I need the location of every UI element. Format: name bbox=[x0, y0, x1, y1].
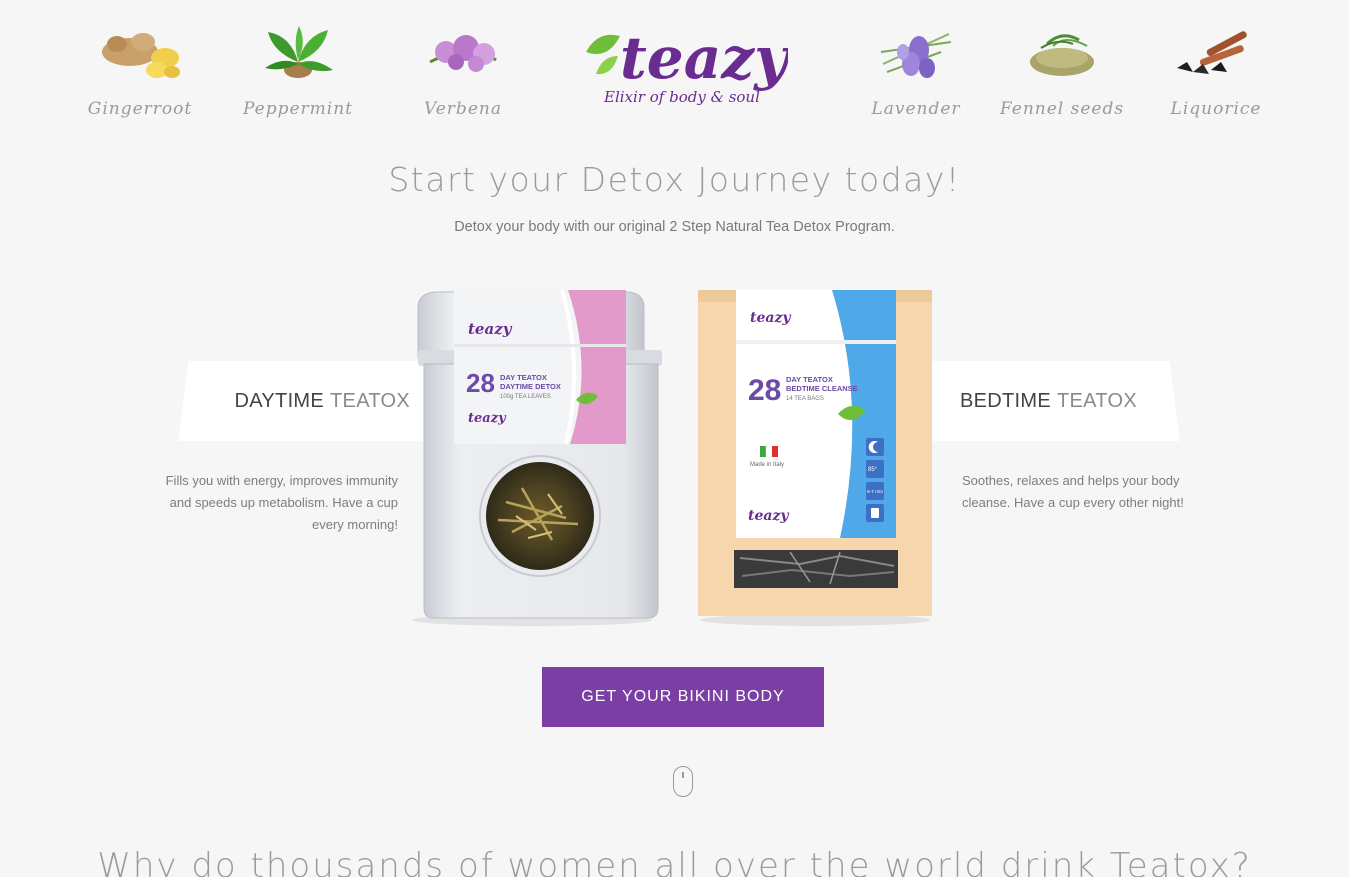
peppermint-icon bbox=[265, 26, 333, 78]
daytime-description: Fills you with energy, improves immunity… bbox=[165, 473, 398, 532]
daytime-detox-tin[interactable]: 28 DAY TEATOX DAYTIME DETOX 100g TEA LEA… bbox=[398, 288, 666, 628]
ingredient-label: Lavender bbox=[871, 99, 961, 119]
verbena-icon bbox=[429, 35, 497, 72]
bedtime-description: Soothes, relaxes and helps your body cle… bbox=[962, 473, 1184, 510]
ingredient-gingerroot[interactable]: Gingerroot bbox=[70, 22, 210, 119]
ingredient-liquorice[interactable]: Liquorice bbox=[1146, 22, 1286, 119]
box-pack-number: 28 bbox=[748, 374, 781, 407]
tin-logo-bottom: teazy bbox=[468, 411, 507, 426]
ingredient-peppermint[interactable]: Peppermint bbox=[228, 22, 368, 119]
bedtime-teatox-banner: BEDTIME TEATOX bbox=[918, 361, 1180, 441]
daytime-tin-image: 28 DAY TEATOX DAYTIME DETOX 100g TEA LEA… bbox=[412, 289, 662, 626]
ingredient-verbena[interactable]: Verbena bbox=[393, 22, 533, 119]
box-made-in: Made in Italy bbox=[750, 462, 784, 468]
box-pack-line2: BEDTIME CLEANSE bbox=[786, 384, 858, 393]
scroll-down-icon[interactable] bbox=[673, 766, 693, 797]
tin-logo-top: teazy bbox=[468, 320, 513, 338]
box-pack-line3: 14 TEA BAGS bbox=[786, 396, 824, 402]
logo-wordmark: teazy bbox=[620, 24, 788, 92]
ingredient-label: Fennel seeds bbox=[999, 99, 1125, 119]
box-logo-top: teazy bbox=[750, 310, 791, 326]
tin-pack-line2: DAYTIME DETOX bbox=[500, 382, 561, 391]
logo-tagline: Elixir of body & soul bbox=[603, 88, 760, 106]
teazy-logo[interactable]: teazy Elixir of body & soul bbox=[578, 16, 792, 116]
liquorice-icon bbox=[1177, 31, 1247, 74]
daytime-title-dark: DAYTIME bbox=[234, 389, 325, 412]
ingredient-lavender[interactable]: Lavender bbox=[846, 22, 986, 119]
ingredient-label: Gingerroot bbox=[87, 99, 193, 119]
hero-title: Start your Detox Journey today! bbox=[388, 160, 961, 199]
ginger-icon bbox=[102, 33, 180, 78]
box-logo-bottom: teazy bbox=[748, 508, 789, 524]
bedtime-box-image: teazy 28 DAY TEATOX BEDTIME CLEANSE 14 T… bbox=[698, 289, 932, 626]
teazy-logo-mark: teazy Elixir of body & soul bbox=[586, 24, 792, 106]
box-time: 5-7 min bbox=[867, 489, 883, 495]
ingredient-label: Liquorice bbox=[1170, 99, 1262, 119]
why-section-title: Why do thousands of women all over the w… bbox=[97, 846, 1252, 877]
fennel-seeds-icon bbox=[1030, 34, 1094, 76]
bedtime-cleanse-box[interactable]: teazy 28 DAY TEATOX BEDTIME CLEANSE 14 T… bbox=[690, 288, 940, 628]
ingredient-label: Peppermint bbox=[242, 99, 354, 119]
box-temp: 85° bbox=[868, 467, 878, 473]
box-pack-line1: DAY TEATOX bbox=[786, 375, 833, 384]
get-your-bikini-body-button[interactable]: GET YOUR BIKINI BODY bbox=[542, 667, 824, 727]
bedtime-title-light: TEATOX bbox=[1057, 389, 1137, 412]
hero-subtitle: Detox your body with our original 2 Step… bbox=[454, 219, 895, 235]
ingredient-fennel-seeds[interactable]: Fennel seeds bbox=[992, 22, 1132, 119]
tin-pack-line3: 100g TEA LEAVES bbox=[500, 394, 551, 400]
tin-pack-number: 28 bbox=[466, 368, 495, 398]
ingredient-label: Verbena bbox=[424, 99, 502, 119]
bedtime-title-dark: BEDTIME bbox=[960, 389, 1051, 412]
lavender-icon bbox=[880, 33, 952, 78]
tin-pack-line1: DAY TEATOX bbox=[500, 373, 547, 382]
